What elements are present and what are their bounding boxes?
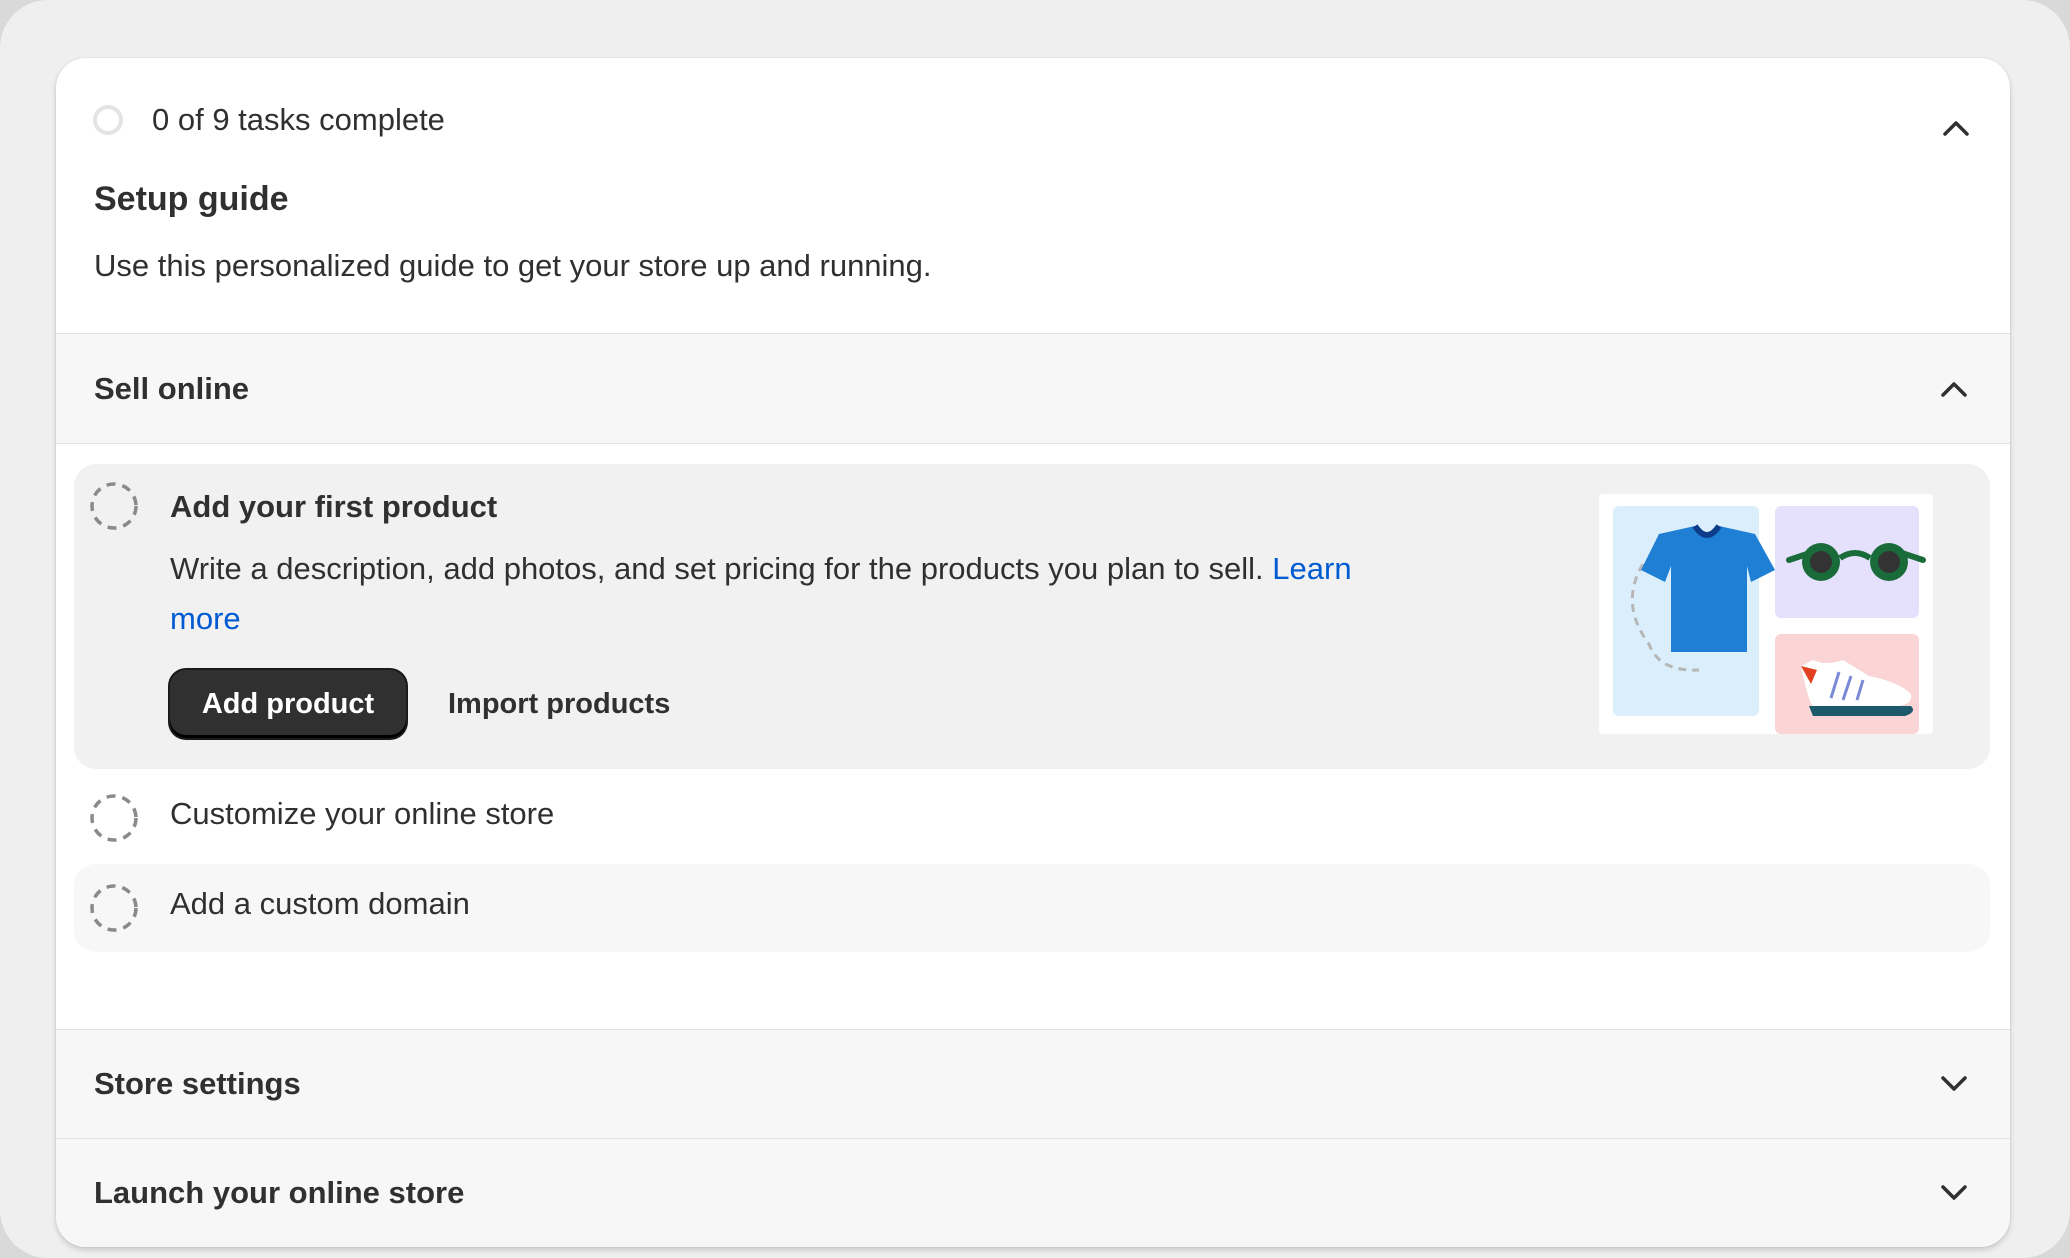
collapse-guide-button[interactable] <box>1936 108 1976 148</box>
incomplete-task-icon[interactable] <box>90 482 138 530</box>
task-list: Add your first product Write a descripti… <box>56 443 2010 1029</box>
chevron-up-icon <box>1943 121 1969 136</box>
section-toggle-button[interactable] <box>1934 1173 1974 1213</box>
setup-guide-header: 0 of 9 tasks complete Setup guide Use th… <box>56 58 2010 333</box>
incomplete-task-icon[interactable] <box>90 884 138 932</box>
task-add-first-product: Add your first product Write a descripti… <box>74 464 1990 769</box>
task-title: Add your first product <box>170 489 498 524</box>
add-product-button[interactable]: Add product <box>170 670 406 738</box>
page-title: Setup guide <box>94 180 289 218</box>
task-title: Customize your online store <box>170 796 555 831</box>
section-sell-online[interactable]: Sell online <box>56 333 2010 443</box>
page-subtitle: Use this personalized guide to get your … <box>94 248 932 283</box>
section-toggle-button[interactable] <box>1934 369 1974 409</box>
task-title: Add a custom domain <box>170 886 470 921</box>
page-background: 0 of 9 tasks complete Setup guide Use th… <box>0 0 2070 1258</box>
incomplete-task-icon[interactable] <box>90 794 138 842</box>
section-label: Launch your online store <box>94 1175 465 1210</box>
progress-ring-icon <box>93 105 123 135</box>
task-description-text: Write a description, add photos, and set… <box>170 551 1264 586</box>
task-customize-store[interactable]: Customize your online store <box>74 774 1990 862</box>
task-add-custom-domain[interactable]: Add a custom domain <box>74 864 1990 952</box>
section-toggle-button[interactable] <box>1934 1064 1974 1104</box>
section-label: Sell online <box>94 371 250 406</box>
task-description: Write a description, add photos, and set… <box>170 544 1370 644</box>
setup-guide-card: 0 of 9 tasks complete Setup guide Use th… <box>56 58 2010 1247</box>
chevron-down-icon <box>1941 1185 1967 1200</box>
section-label: Store settings <box>94 1066 301 1101</box>
chevron-up-icon <box>1941 382 1967 397</box>
tasks-progress-text: 0 of 9 tasks complete <box>152 102 445 137</box>
import-products-button[interactable]: Import products <box>448 670 670 738</box>
section-store-settings[interactable]: Store settings <box>56 1029 2010 1138</box>
section-launch-store[interactable]: Launch your online store <box>56 1138 2010 1247</box>
chevron-down-icon <box>1941 1076 1967 1091</box>
products-illustration <box>1599 494 1933 734</box>
